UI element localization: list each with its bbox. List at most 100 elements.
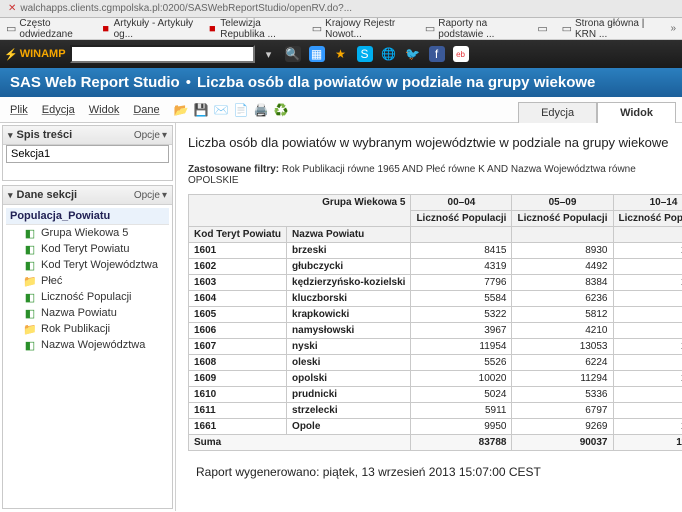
cell-value: 5322	[411, 307, 512, 323]
tree-item[interactable]: ◧Nazwa Powiatu	[6, 305, 169, 321]
tab-close-icon[interactable]: ✕	[8, 3, 16, 14]
export-icon[interactable]: 📄	[234, 103, 248, 117]
col-blank	[189, 211, 411, 227]
url-text: walchapps.clients.cgmpolska.pl:0200/SASW…	[20, 3, 352, 14]
page-icon: ▭	[6, 23, 16, 35]
cell-value: 7796	[411, 275, 512, 291]
save-icon[interactable]: 💾	[194, 103, 208, 117]
cell-value: 9269	[512, 419, 613, 435]
globe-icon[interactable]: 🌐	[379, 44, 399, 64]
bookmark-label: Strona główna | KRN ...	[575, 18, 660, 40]
cell-nazwa: prudnicki	[287, 387, 411, 403]
bookmarks-bar: ▭ Często odwiedzane ■ Artykuły - Artykuł…	[0, 18, 682, 40]
bookmark-item[interactable]: ▭ Często odwiedzane	[6, 18, 91, 40]
collapse-icon[interactable]: ▾	[8, 130, 13, 141]
bolt-icon: ⚡	[4, 48, 18, 61]
toc-options[interactable]: Opcje ▾	[134, 130, 167, 141]
cell-value: 6236	[512, 291, 613, 307]
sum-value: 111255	[613, 435, 682, 451]
table-row: 1603kędzierzyńsko-kozielski7796838410368…	[189, 275, 682, 291]
col-metric-2: Liczność Populacji	[613, 211, 682, 227]
filters-label: Zastosowane filtry:	[188, 164, 279, 175]
menu-dane[interactable]: Dane	[129, 102, 163, 118]
section-select[interactable]	[6, 145, 169, 163]
col-blank2-2	[613, 227, 682, 243]
bookmark-item[interactable]: ■ Telewizja Republika ...	[207, 18, 301, 40]
table-row: 1608oleski552662247586981411151106989740…	[189, 355, 682, 371]
cell-nazwa: nyski	[287, 339, 411, 355]
tree-item[interactable]: ◧Kod Teryt Powiatu	[6, 241, 169, 257]
cell-value: 5585	[613, 259, 682, 275]
skype-icon[interactable]: S	[355, 44, 375, 64]
winamp-search-input[interactable]	[70, 45, 255, 63]
bookmark-item[interactable]: ▭ Strona główna | KRN ...	[562, 18, 661, 40]
grid-icon[interactable]: ▦	[307, 44, 327, 64]
cell-value: 10629	[613, 419, 682, 435]
tree-item[interactable]: ◧Liczność Populacji	[6, 289, 169, 305]
tree-root[interactable]: Populacja_Powiatu	[6, 208, 169, 225]
refresh-icon[interactable]: ♻️	[274, 103, 288, 117]
tree-item-label: Liczność Populacji	[41, 291, 132, 303]
search-button[interactable]: 🔍	[283, 44, 303, 64]
tree-item-label: Kod Teryt Województwa	[41, 259, 158, 271]
cell-value: 4492	[512, 259, 613, 275]
page-icon: ▭	[425, 23, 435, 35]
tree-item-label: Grupa Wiekowa 5	[41, 227, 128, 239]
cell-value: 8415	[411, 243, 512, 259]
facebook-icon[interactable]: f	[427, 44, 447, 64]
tree-item[interactable]: ◧Grupa Wiekowa 5	[6, 225, 169, 241]
tab-edycja[interactable]: Edycja	[518, 102, 597, 123]
page-icon: ▭	[537, 23, 549, 35]
cell-value: 6797	[512, 403, 613, 419]
cell-kod: 1611	[189, 403, 287, 419]
open-icon[interactable]: 📂	[174, 103, 188, 117]
cell-value: 5526	[411, 355, 512, 371]
menu-plik[interactable]: Plik	[6, 102, 32, 118]
bookmark-item[interactable]: ▭ Raporty na podstawie ...	[425, 18, 527, 40]
col-group-label: Grupa Wiekowa 5	[189, 195, 411, 211]
print-icon[interactable]: 🖨️	[254, 103, 268, 117]
tree-item[interactable]: 📁Płeć	[6, 273, 169, 289]
table-row: 1611strzelecki59116797856411738137231287…	[189, 403, 682, 419]
tree-item[interactable]: ◧Nazwa Województwa	[6, 337, 169, 353]
tab-widok[interactable]: Widok	[597, 102, 676, 123]
cell-value: 7120	[613, 307, 682, 323]
generated-line: Raport wygenerowano: piątek, 13 wrzesień…	[188, 451, 682, 479]
right-pane: Liczba osób dla powiatów w wybranym woje…	[176, 123, 682, 511]
app-title-bar: SAS Web Report Studio • Liczba osób dla …	[0, 68, 682, 97]
winamp-logo: ⚡ WINAMP	[4, 48, 66, 61]
cell-kod: 1602	[189, 259, 287, 275]
menu-widok[interactable]: Widok	[85, 102, 124, 118]
sum-label: Suma	[189, 435, 411, 451]
mail-icon[interactable]: ✉️	[214, 103, 228, 117]
tree-item[interactable]: 📁Rok Publikacji	[6, 321, 169, 337]
bookmark-label: Artykuły - Artykuły og...	[114, 18, 198, 40]
cell-value: 4210	[512, 323, 613, 339]
bookmark-item[interactable]: ▭	[537, 23, 552, 35]
cell-value: 14220	[613, 371, 682, 387]
bookmark-item[interactable]: ▭ Krajowy Rejestr Nowot...	[312, 18, 415, 40]
cell-value: 11954	[411, 339, 512, 355]
cell-nazwa: Opole	[287, 419, 411, 435]
cell-value: 7960	[613, 291, 682, 307]
table-row: 1610prudnicki502453366507839010046924784…	[189, 387, 682, 403]
star-icon[interactable]: ★	[331, 44, 351, 64]
cell-kod: 1601	[189, 243, 287, 259]
dropdown-button[interactable]: ▾	[259, 44, 279, 64]
twitter-icon[interactable]: 🐦	[403, 44, 423, 64]
tree-item[interactable]: ◧Kod Teryt Województwa	[6, 257, 169, 273]
menu-edycja[interactable]: Edycja	[38, 102, 79, 118]
page-icon: ▭	[312, 23, 322, 35]
collapse-icon[interactable]: ▾	[8, 190, 13, 201]
bookmarks-overflow-icon[interactable]: »	[670, 23, 676, 34]
section-data-options[interactable]: Opcje ▾	[134, 190, 167, 201]
cell-nazwa: głubczycki	[287, 259, 411, 275]
bookmark-item[interactable]: ■ Artykuły - Artykuły og...	[101, 18, 198, 40]
col-blank2-0	[411, 227, 512, 243]
ebay-icon[interactable]: eb	[451, 44, 471, 64]
tree-item-label: Nazwa Województwa	[41, 339, 145, 351]
section-data-title: Dane sekcji	[17, 189, 78, 201]
page-icon: ■	[101, 23, 111, 35]
cube-icon: ◧	[24, 243, 36, 255]
table-wrap: Grupa Wiekowa 500–0405–0910–1415–1920–24…	[188, 194, 682, 451]
